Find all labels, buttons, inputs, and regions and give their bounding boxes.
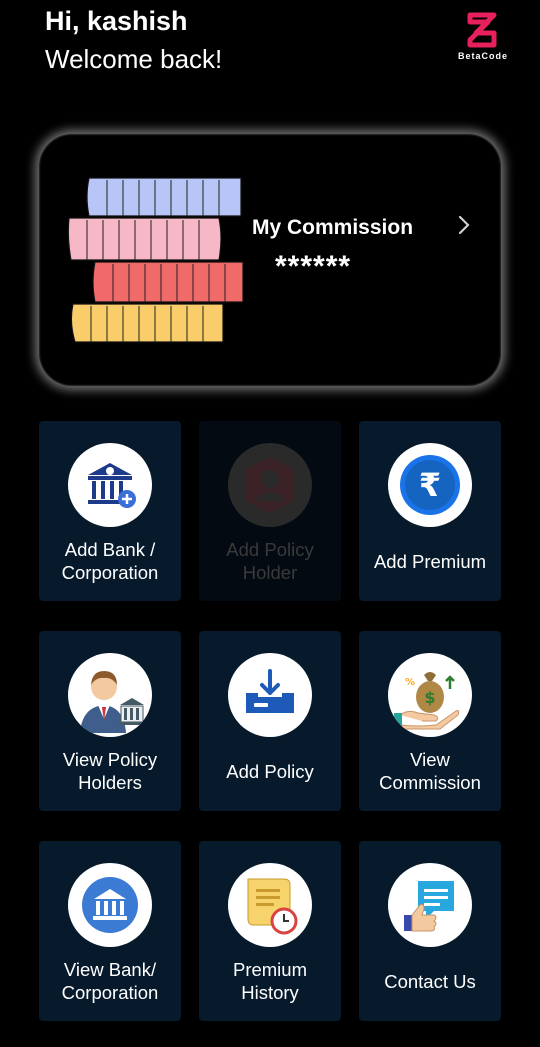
rupee-icon: ₹ xyxy=(388,443,472,527)
my-commission-card[interactable]: My Commission ****** xyxy=(38,133,502,387)
view-bank-tile[interactable]: View Bank/ Corporation xyxy=(39,841,181,1021)
businessman-icon xyxy=(68,653,152,737)
inbox-download-icon xyxy=(228,653,312,737)
tile-label: Contact Us xyxy=(384,970,476,992)
bank-icon xyxy=(68,863,152,947)
cash-stack-icon xyxy=(67,177,244,343)
thumbs-up-chat-icon xyxy=(388,863,472,947)
money-bag-icon: $ % xyxy=(388,653,472,737)
premium-history-tile[interactable]: Premium History xyxy=(199,841,341,1021)
tile-label: Add Policy xyxy=(226,760,314,782)
add-premium-tile[interactable]: ₹ Add Premium xyxy=(359,421,501,601)
tile-label: View Bank/ Corporation xyxy=(61,959,159,1003)
welcome-text: Welcome back! xyxy=(45,44,223,74)
logo-text: BetaCode xyxy=(457,51,508,61)
view-commission-tile[interactable]: $ % View Commission xyxy=(359,631,501,811)
tile-label: View Commission xyxy=(379,749,481,793)
commission-value: ****** xyxy=(275,250,352,283)
commission-title: My Commission xyxy=(252,216,414,239)
tile-label: Premium History xyxy=(232,959,307,1003)
tile-label: Add Bank / Corporation xyxy=(61,539,159,583)
chevron-right-icon[interactable] xyxy=(453,214,475,236)
betacode-logo-icon xyxy=(467,12,497,48)
greeting: Hi, kashish xyxy=(45,6,188,36)
user-avatar-icon xyxy=(228,443,312,527)
contact-us-tile[interactable]: Contact Us xyxy=(359,841,501,1021)
svg-text:$: $ xyxy=(424,688,435,707)
add-policy-tile[interactable]: Add Policy xyxy=(199,631,341,811)
tile-label: View Policy Holders xyxy=(62,749,158,793)
betacode-logo: BetaCode xyxy=(452,12,514,61)
add-policy-holder-tile: Add Policy Holder xyxy=(199,421,341,601)
tile-label: Add Policy Holder xyxy=(226,539,314,583)
svg-text:₹: ₹ xyxy=(419,466,441,504)
scroll-clock-icon xyxy=(228,863,312,947)
tile-label: Add Premium xyxy=(373,550,487,572)
add-bank-tile[interactable]: Add Bank / Corporation xyxy=(39,421,181,601)
bank-add-icon xyxy=(68,443,152,527)
svg-text:%: % xyxy=(405,677,415,688)
view-policy-holders-tile[interactable]: View Policy Holders xyxy=(39,631,181,811)
